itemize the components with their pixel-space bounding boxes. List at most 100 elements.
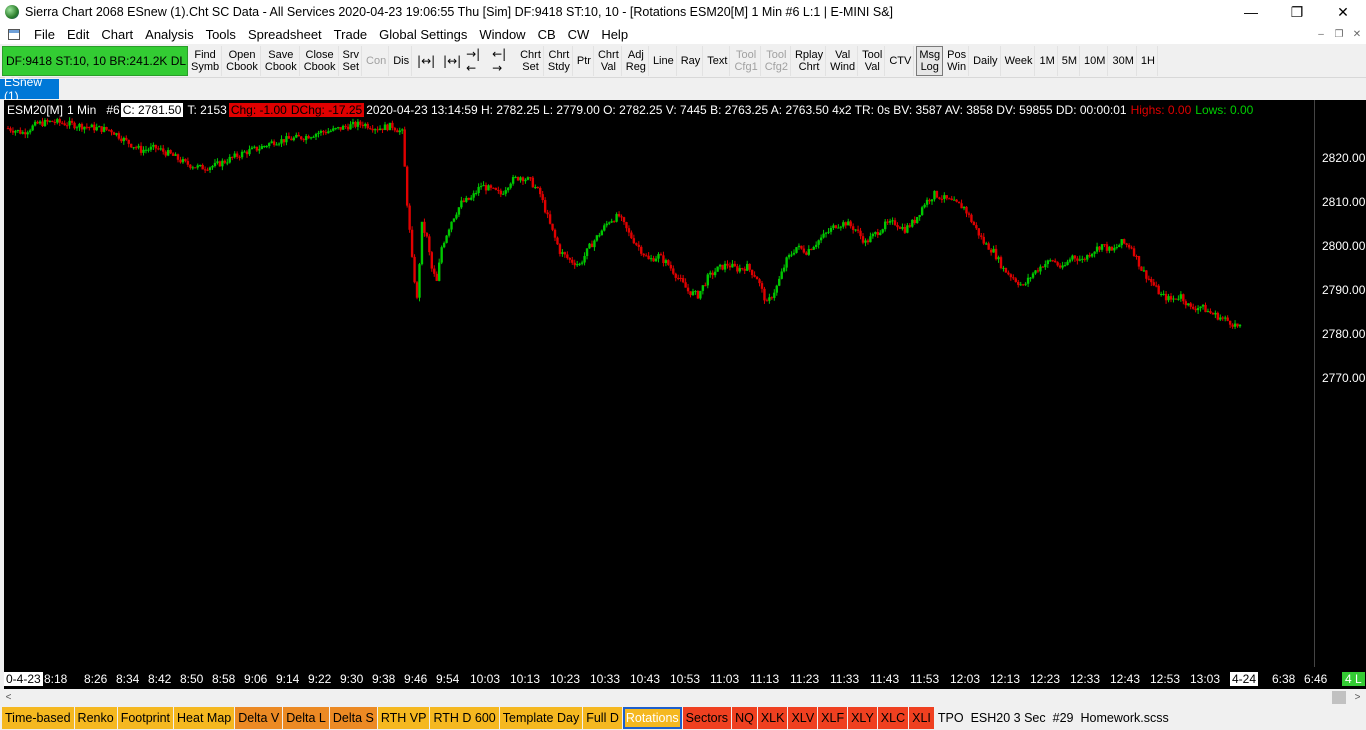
tool-dis-button[interactable]: Dis xyxy=(391,45,413,76)
candle-body xyxy=(763,288,766,301)
chart-tab-full-d[interactable]: Full D xyxy=(583,707,622,729)
chart-tab-footprint[interactable]: Footprint xyxy=(117,707,174,729)
chart-tab-delta-v[interactable]: Delta V xyxy=(235,707,283,729)
candle-body xyxy=(755,276,759,280)
scale-tool-2-icon[interactable]: →|← xyxy=(466,46,490,76)
scale-tool-3-icon[interactable]: ←|→ xyxy=(492,46,516,76)
minimize-button[interactable]: — xyxy=(1228,0,1274,24)
chart-tab-nq[interactable]: NQ xyxy=(732,707,757,729)
candle-body xyxy=(511,177,515,184)
tool-val-wind-button[interactable]: Val Wind xyxy=(828,45,859,76)
menu-spreadsheet[interactable]: Spreadsheet xyxy=(242,27,328,42)
candle-body xyxy=(317,132,320,134)
tool-adj-reg-button[interactable]: Adj Reg xyxy=(624,45,649,76)
chart-tab-esh20-3-sec[interactable]: ESH20 3 Sec xyxy=(967,707,1049,729)
candle-body xyxy=(930,199,934,202)
time-tick-label: 12:33 xyxy=(1070,672,1101,686)
chart-tab-xlc[interactable]: XLC xyxy=(877,707,909,729)
price-chart[interactable] xyxy=(4,100,1314,667)
candle-body xyxy=(539,187,542,195)
chart-tab-xlk[interactable]: XLK xyxy=(757,707,788,729)
menu-edit[interactable]: Edit xyxy=(61,27,95,42)
time-tick-label: 8:50 xyxy=(180,672,204,686)
document-icon[interactable] xyxy=(8,28,20,40)
candle-body xyxy=(1113,247,1116,251)
scroll-thumb[interactable] xyxy=(1332,691,1346,704)
tool-1m-button[interactable]: 1M xyxy=(1037,45,1058,76)
chart-tab-rth-d-600[interactable]: RTH D 600 xyxy=(430,707,499,729)
tool-30m-button[interactable]: 30M xyxy=(1110,45,1137,76)
chart-tab-xli[interactable]: XLI xyxy=(909,707,934,729)
tool-open-cbook-button[interactable]: Open Cbook xyxy=(224,45,261,76)
chart-tab-rotations[interactable]: Rotations xyxy=(622,707,682,729)
chart-tab-rth-vp[interactable]: RTH VP xyxy=(377,707,430,729)
menu-trade[interactable]: Trade xyxy=(328,27,373,42)
tool-tool-cfg2-button[interactable]: Tool Cfg2 xyxy=(763,45,791,76)
restore-button[interactable]: ❐ xyxy=(1274,0,1320,24)
scale-tool-0-icon[interactable]: |↔| xyxy=(414,46,438,76)
tool-srv-set-button[interactable]: Srv Set xyxy=(341,45,363,76)
tool-tool-val-button[interactable]: Tool Val xyxy=(860,45,886,76)
chart-region[interactable]: ESM20[M] 1 Min #6 C: 2781.50 T: 2153 Chg… xyxy=(0,100,1366,689)
close-button[interactable]: ✕ xyxy=(1320,0,1366,24)
chart-tab-renko[interactable]: Renko xyxy=(74,707,117,729)
chart-tab-template-day[interactable]: Template Day xyxy=(499,707,583,729)
menu-help[interactable]: Help xyxy=(595,27,634,42)
tool-msg-log-button[interactable]: Msg Log xyxy=(916,45,944,76)
chart-tab--29[interactable]: #29 xyxy=(1049,707,1077,729)
tool-week-button[interactable]: Week xyxy=(1003,45,1036,76)
menu-tools[interactable]: Tools xyxy=(200,27,242,42)
chart-tab-sectors[interactable]: Sectors xyxy=(682,707,732,729)
tool-5m-button[interactable]: 5M xyxy=(1060,45,1081,76)
scale-tool-1-icon[interactable]: |↔| xyxy=(440,46,464,76)
horizontal-scrollbar[interactable]: < > xyxy=(0,689,1366,706)
chart-tab-xly[interactable]: XLY xyxy=(848,707,877,729)
chart-tab-time-based[interactable]: Time-based xyxy=(2,707,74,729)
menu-window[interactable]: Window xyxy=(473,27,531,42)
tool-chrt-stdy-button[interactable]: Chrt Stdy xyxy=(546,45,573,76)
tool-1h-button[interactable]: 1H xyxy=(1139,45,1158,76)
tool-pos-win-button[interactable]: Pos Win xyxy=(945,45,970,76)
tool-10m-button[interactable]: 10M xyxy=(1082,45,1109,76)
tool-save-cbook-button[interactable]: Save Cbook xyxy=(263,45,300,76)
menu-chart[interactable]: Chart xyxy=(95,27,139,42)
chart-tab-heat-map[interactable]: Heat Map xyxy=(174,707,235,729)
candle-body xyxy=(1157,285,1160,295)
tool-text-button[interactable]: Text xyxy=(705,45,731,76)
tool-find-symb-button[interactable]: Find Symb xyxy=(189,45,223,76)
tool-daily-button[interactable]: Daily xyxy=(971,45,1001,76)
menu-analysis[interactable]: Analysis xyxy=(139,27,199,42)
tool-rplay-chrt-button[interactable]: Rplay Chrt xyxy=(793,45,827,76)
chart-tab-esnew[interactable]: ESnew (1) xyxy=(0,75,59,103)
candle-body xyxy=(371,128,374,131)
chart-tab-tpo[interactable]: TPO xyxy=(934,707,967,729)
menu-global-settings[interactable]: Global Settings xyxy=(373,27,473,42)
tool-ray-button[interactable]: Ray xyxy=(679,45,704,76)
chart-tab-delta-s[interactable]: Delta S xyxy=(329,707,377,729)
tool-ptr-button[interactable]: Ptr xyxy=(575,45,594,76)
scroll-left-arrow[interactable]: < xyxy=(0,689,17,706)
tool-close-cbook-button[interactable]: Close Cbook xyxy=(302,45,339,76)
tool-con-button[interactable]: Con xyxy=(364,45,390,76)
menu-cb[interactable]: CB xyxy=(532,27,562,42)
chart-tab-delta-l[interactable]: Delta L xyxy=(283,707,329,729)
time-scale[interactable]: 0-4-23 8:18 8:26 8:34 8:42 8:50 8:58 9:06 9:14 9:… xyxy=(4,668,1366,689)
mdi-restore-button[interactable]: ❐ xyxy=(1330,26,1348,42)
tool-line-button[interactable]: Line xyxy=(651,45,677,76)
tool-tool-cfg1-button[interactable]: Tool Cfg1 xyxy=(732,45,761,76)
chart-tab-homework-scss[interactable]: Homework.scss xyxy=(1077,707,1172,729)
tool-chrt-val-button[interactable]: Chrt Val xyxy=(596,45,622,76)
mdi-minimize-button[interactable]: ‒ xyxy=(1312,26,1330,42)
menu-file[interactable]: File xyxy=(28,27,61,42)
tool-chrt-set-button[interactable]: Chrt Set xyxy=(518,45,544,76)
chart-tab-xlf[interactable]: XLF xyxy=(818,707,848,729)
chart-tab-xlv[interactable]: XLV xyxy=(788,707,818,729)
tool-ctv-button[interactable]: CTV xyxy=(887,45,915,76)
candle-body xyxy=(726,263,729,266)
price-tick-label: 2820.00 xyxy=(1322,151,1366,165)
mdi-close-button[interactable]: ✕ xyxy=(1348,26,1366,42)
candle-body xyxy=(346,126,350,130)
menu-cw[interactable]: CW xyxy=(562,27,596,42)
connection-status[interactable]: DF:9418 ST:10, 10 BR:241.2K DL:0 xyxy=(2,45,188,76)
scroll-right-arrow[interactable]: > xyxy=(1349,689,1366,706)
